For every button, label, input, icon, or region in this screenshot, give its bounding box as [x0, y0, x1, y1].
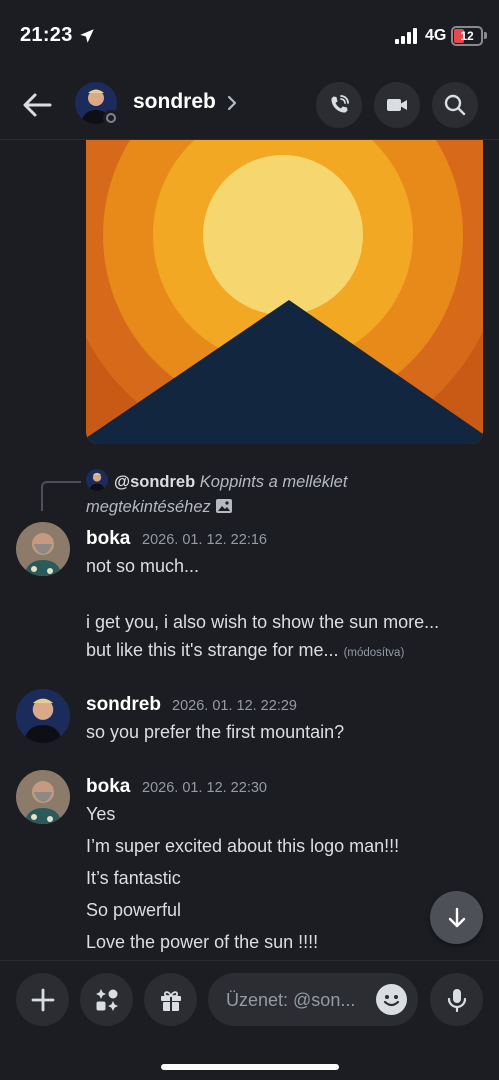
microphone-icon: [447, 988, 466, 1012]
battery-tip: [484, 32, 487, 39]
reply-connector: [41, 481, 81, 511]
message-text-edited: but like this it's strange for me... (mó…: [86, 640, 404, 661]
search-icon: [444, 94, 466, 116]
composer-bar: [0, 960, 499, 1080]
header-username[interactable]: sondreb: [133, 90, 216, 114]
signal-icon: [395, 28, 417, 44]
battery-level: 12: [460, 29, 474, 43]
back-arrow-icon[interactable]: [20, 88, 54, 122]
chat-header: sondreb: [0, 70, 499, 140]
message-author[interactable]: sondreb: [86, 694, 161, 716]
battery-icon: 12: [451, 26, 483, 46]
home-indicator[interactable]: [161, 1064, 339, 1070]
add-attachment-button[interactable]: [16, 973, 69, 1026]
message-text: Yes: [86, 804, 116, 824]
emoji-icon[interactable]: [376, 984, 407, 1015]
phone-icon: [331, 95, 349, 113]
avatar-boka[interactable]: [16, 522, 70, 576]
search-button[interactable]: [432, 82, 478, 128]
reply-preview[interactable]: @sondreb Koppints a melléklet megtekinté…: [86, 470, 466, 520]
location-arrow-icon: [80, 29, 94, 43]
chevron-right-icon[interactable]: [225, 93, 239, 113]
message-timestamp: 2026. 01. 12. 22:30: [142, 780, 267, 796]
apps-icon: [95, 988, 118, 1011]
network-type: 4G: [425, 27, 447, 44]
voice-message-button[interactable]: [430, 973, 483, 1026]
message-input-container[interactable]: [208, 973, 418, 1026]
gift-button[interactable]: [144, 973, 197, 1026]
status-bar: 21:23 4G 12: [0, 0, 499, 70]
message-text: so you prefer the first mountain?: [86, 722, 345, 742]
arrow-down-icon: [448, 907, 465, 927]
edited-label: (módosítva): [343, 647, 405, 659]
voice-call-button[interactable]: [316, 82, 362, 128]
image-icon: [215, 499, 232, 513]
message-text: So powerful: [86, 900, 182, 920]
message-timestamp: 2026. 01. 12. 22:29: [172, 698, 297, 714]
image-attachment[interactable]: [86, 140, 483, 444]
gift-icon: [160, 990, 181, 1011]
status-time: 21:23: [20, 24, 73, 46]
apps-button[interactable]: [80, 973, 133, 1026]
video-call-button[interactable]: [374, 82, 420, 128]
sun-mountain-artwork: [86, 140, 483, 444]
avatar-boka[interactable]: [16, 770, 70, 824]
message-text: i get you, i also wish to show the sun m…: [86, 612, 440, 632]
message-text: not so much...: [86, 556, 200, 576]
avatar-sondreb[interactable]: [16, 689, 70, 743]
message-author[interactable]: boka: [86, 776, 130, 798]
reply-username[interactable]: @sondreb: [114, 473, 195, 491]
message-timestamp: 2026. 01. 12. 22:16: [142, 532, 267, 548]
message-text: Love the power of the sun !!!!: [86, 932, 319, 952]
message-text: but like this it's strange for me...: [86, 640, 339, 660]
message-text: It’s fantastic: [86, 868, 181, 888]
scroll-to-bottom-button[interactable]: [430, 891, 483, 944]
message-text: I’m super excited about this logo man!!!: [86, 836, 400, 856]
message-input[interactable]: [226, 987, 376, 1013]
message-author[interactable]: boka: [86, 528, 130, 550]
video-camera-icon: [387, 99, 407, 111]
status-indicator: [103, 110, 119, 126]
plus-icon: [31, 988, 54, 1011]
